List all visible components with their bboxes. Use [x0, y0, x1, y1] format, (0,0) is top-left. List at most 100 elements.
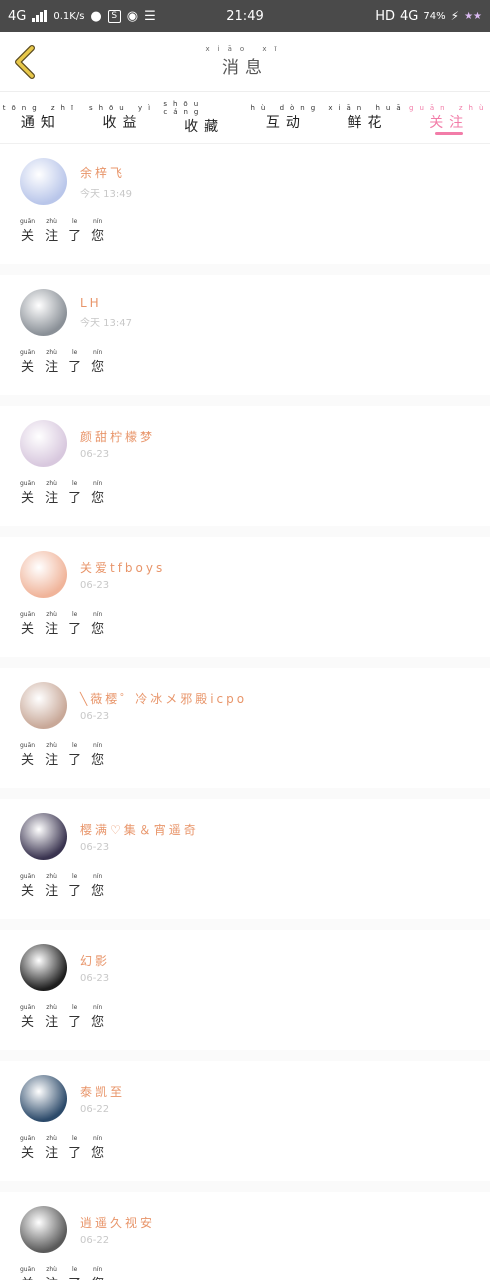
char: 了 — [68, 884, 82, 899]
message-text: guān 关 zhù 注 le 了 nín 您 — [20, 611, 470, 637]
database-icon: ☰ — [144, 8, 156, 24]
char-pinyin: zhù — [46, 1266, 57, 1273]
char: 关 — [21, 1273, 34, 1280]
list-item[interactable]: 逍遥久视安 06-22 guān关 zhù注 le了 nín您 — [0, 1192, 490, 1280]
page-title-text: 消息 — [222, 58, 268, 78]
char: 了 — [68, 491, 82, 506]
list-item[interactable]: 关爱tfboys 06-23 guān 关 zhù 注 le 了 nín 您 — [0, 537, 490, 668]
avatar[interactable] — [20, 682, 67, 729]
user-name[interactable]: LH — [80, 296, 132, 310]
char: 注 — [45, 360, 59, 375]
char-pinyin: le — [71, 1004, 78, 1011]
follow-list: 余梓飞 今天 13:49 guān 关 zhù 注 le 了 nín 您 LH 今天 1… — [0, 144, 490, 1280]
char-pinyin: zhù — [46, 218, 57, 225]
timestamp: 06-23 — [80, 972, 110, 984]
avatar[interactable] — [20, 813, 67, 860]
tab-favorites[interactable]: shōu cáng 收藏 — [163, 92, 245, 143]
user-name[interactable]: 逍遥久视安 — [80, 1214, 155, 1231]
back-button[interactable] — [0, 32, 50, 92]
char: 了 — [68, 360, 82, 375]
char: 您 — [91, 1146, 105, 1161]
timestamp: 06-23 — [80, 710, 110, 722]
page-title-pinyin: xiāo xī — [205, 45, 285, 53]
avatar[interactable] — [20, 1075, 67, 1122]
avatar[interactable] — [20, 551, 67, 598]
timestamp: 06-23 — [80, 841, 110, 853]
char-pinyin: le — [71, 218, 78, 225]
network-label: 4G — [8, 8, 27, 24]
avatar[interactable] — [20, 289, 67, 336]
char: 注 — [45, 753, 59, 768]
char-pinyin: guān — [20, 611, 36, 618]
list-item[interactable]: 幻影 06-23 guān 关 zhù 注 le 了 nín 您 — [0, 930, 490, 1061]
user-name[interactable]: 幻影 — [80, 952, 110, 969]
avatar[interactable] — [20, 944, 67, 991]
tab-interactions[interactable]: hù dòng 互动 — [245, 92, 327, 143]
network-right-label: 4G — [400, 8, 419, 24]
timestamp: 今天 13:47 — [80, 318, 132, 329]
char-pinyin: guān — [20, 218, 36, 225]
char-pinyin: le — [71, 349, 78, 356]
list-item[interactable]: ╲薇樱゜冷冰メ邪殿icpo 06-23 guān 关 zhù 注 le 了 nín 您 — [0, 668, 490, 799]
tab-notifications[interactable]: tōng zhī 通知 — [0, 92, 82, 143]
user-name[interactable]: 樱满♡集＆宵遥奇 — [80, 821, 199, 838]
user-name[interactable]: 泰凯至 — [80, 1083, 125, 1100]
char: 您 — [91, 1015, 105, 1030]
message-text: guān 关 zhù 注 le 了 nín 您 — [20, 1004, 470, 1030]
char: 您 — [91, 491, 105, 506]
tab-label: 收藏 — [184, 118, 225, 135]
char: 注 — [45, 1273, 58, 1280]
user-name[interactable]: 关爱tfboys — [80, 559, 165, 576]
tab-earnings[interactable]: shōu yì 收益 — [82, 92, 164, 143]
list-item[interactable]: 泰凯至 06-22 guān 关 zhù 注 le 了 nín 您 — [0, 1061, 490, 1192]
char: 关 — [21, 491, 35, 506]
tab-flowers[interactable]: xiān huā 鲜花 — [327, 92, 409, 143]
char-pinyin: nín — [92, 218, 103, 225]
message-text: guān 关 zhù 注 le 了 nín 您 — [20, 349, 470, 375]
list-item[interactable]: 余梓飞 今天 13:49 guān 关 zhù 注 le 了 nín 您 — [0, 144, 490, 275]
char-pinyin: zhù — [46, 480, 57, 487]
char-pinyin: nín — [92, 742, 103, 749]
user-name[interactable]: 颜甜柠檬梦 — [80, 428, 155, 445]
char: 注 — [45, 1146, 59, 1161]
char: 您 — [91, 622, 105, 637]
page-title: xiāo xī 消息 — [0, 45, 490, 78]
timestamp: 06-23 — [80, 448, 110, 460]
char-pinyin: guān — [20, 1004, 36, 1011]
char: 了 — [68, 1146, 82, 1161]
char-pinyin: guān — [20, 1266, 36, 1273]
avatar[interactable] — [20, 158, 67, 205]
tab-label: 互动 — [265, 114, 306, 131]
header: xiāo xī 消息 — [0, 32, 490, 92]
list-item[interactable]: LH 今天 13:47 guān 关 zhù 注 le 了 nín 您 — [0, 275, 490, 406]
char: 您 — [91, 753, 105, 768]
char-pinyin: zhù — [46, 873, 57, 880]
char-pinyin: nín — [92, 873, 103, 880]
tab-label: 通知 — [20, 114, 61, 131]
avatar[interactable] — [20, 420, 67, 467]
timestamp: 06-22 — [80, 1103, 110, 1115]
char-pinyin: le — [71, 873, 78, 880]
char: 注 — [45, 229, 59, 244]
char: 注 — [45, 491, 59, 506]
avatar[interactable] — [20, 1206, 67, 1253]
char: 关 — [21, 884, 35, 899]
char-pinyin: guān — [20, 873, 36, 880]
char-pinyin: le — [71, 611, 78, 618]
char-pinyin: guān — [20, 480, 36, 487]
tab-pinyin: guān zhù — [409, 103, 490, 112]
user-name[interactable]: ╲薇樱゜冷冰メ邪殿icpo — [80, 690, 247, 707]
char: 您 — [91, 360, 105, 375]
tab-follows[interactable]: guān zhù 关注 — [408, 92, 490, 143]
char: 关 — [21, 229, 35, 244]
list-item[interactable]: 樱满♡集＆宵遥奇 06-23 guān 关 zhù 注 le 了 nín 您 — [0, 799, 490, 930]
charging-icon: ⚡ — [450, 9, 460, 23]
user-name[interactable]: 余梓飞 — [80, 164, 132, 181]
char-pinyin: zhù — [46, 742, 57, 749]
char-pinyin: le — [71, 1266, 78, 1273]
char: 您 — [91, 229, 105, 244]
timestamp: 06-23 — [80, 579, 110, 591]
wechat-icon: ◉ — [126, 8, 139, 24]
list-item[interactable]: 颜甜柠檬梦 06-23 guān 关 zhù 注 le 了 nín 您 — [0, 406, 490, 537]
message-text: guān 关 zhù 注 le 了 nín 您 — [20, 218, 470, 244]
